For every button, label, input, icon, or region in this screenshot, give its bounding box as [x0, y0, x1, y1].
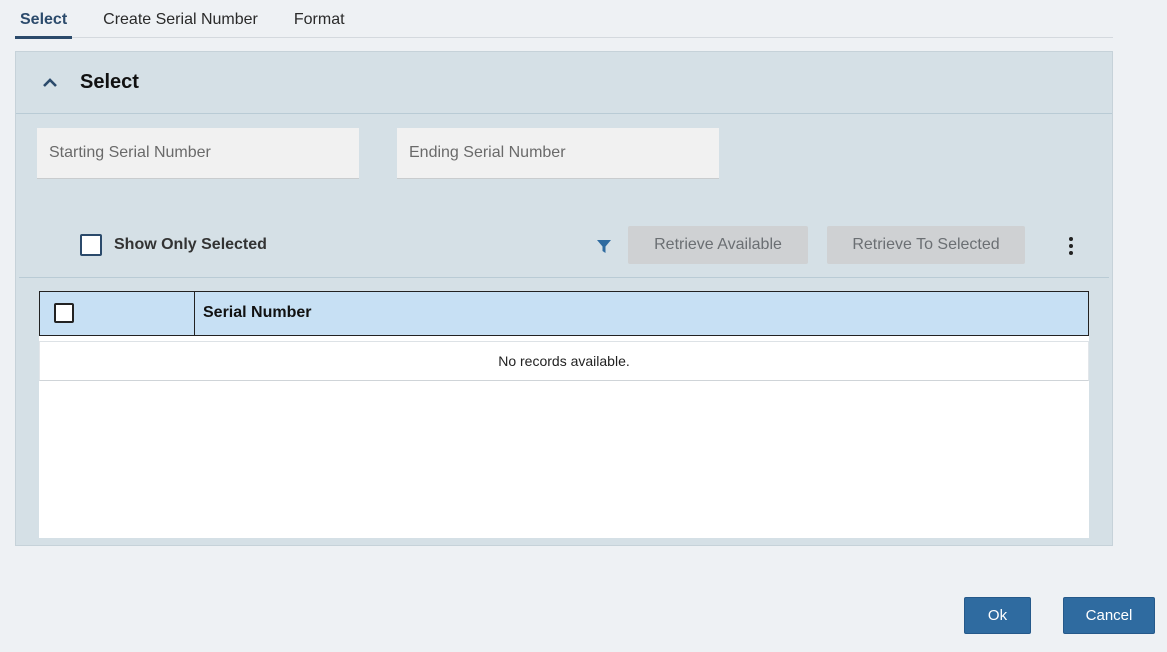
chevron-up-icon[interactable] — [40, 73, 60, 93]
tab-bar: Select Create Serial Number Format — [15, 0, 1113, 39]
tab-create-serial-number[interactable]: Create Serial Number — [98, 0, 263, 38]
grid-toolbar: Show Only Selected Retrieve Available Re… — [16, 226, 1112, 278]
column-header-serial-number[interactable]: Serial Number — [195, 292, 319, 335]
retrieve-to-selected-button[interactable]: Retrieve To Selected — [827, 226, 1025, 264]
tab-select[interactable]: Select — [15, 0, 73, 39]
cancel-button[interactable]: Cancel — [1063, 597, 1155, 634]
serial-number-grid: Serial Number No records available. — [39, 291, 1089, 538]
toolbar-divider — [19, 277, 1109, 278]
retrieve-available-button[interactable]: Retrieve Available — [628, 226, 808, 264]
panel-header[interactable]: Select — [16, 52, 1112, 114]
empty-grid-message: No records available. — [39, 341, 1089, 381]
panel-title: Select — [80, 71, 139, 93]
filter-icon[interactable] — [596, 238, 612, 254]
starting-serial-number-input[interactable] — [37, 128, 359, 179]
serial-range-inputs — [37, 128, 757, 179]
show-only-selected-checkbox[interactable] — [80, 234, 102, 256]
ending-serial-number-input[interactable] — [397, 128, 719, 179]
ok-button[interactable]: Ok — [964, 597, 1031, 634]
show-only-selected-toggle[interactable]: Show Only Selected — [80, 234, 267, 256]
grid-header-select-cell — [40, 292, 195, 335]
kebab-menu-icon[interactable] — [1064, 236, 1078, 256]
show-only-selected-label: Show Only Selected — [114, 236, 267, 253]
select-all-checkbox[interactable] — [54, 303, 74, 323]
grid-header: Serial Number — [39, 291, 1089, 336]
select-panel: Select Show Only Selected Retrieve Avail… — [15, 51, 1113, 546]
tab-format[interactable]: Format — [289, 0, 350, 38]
